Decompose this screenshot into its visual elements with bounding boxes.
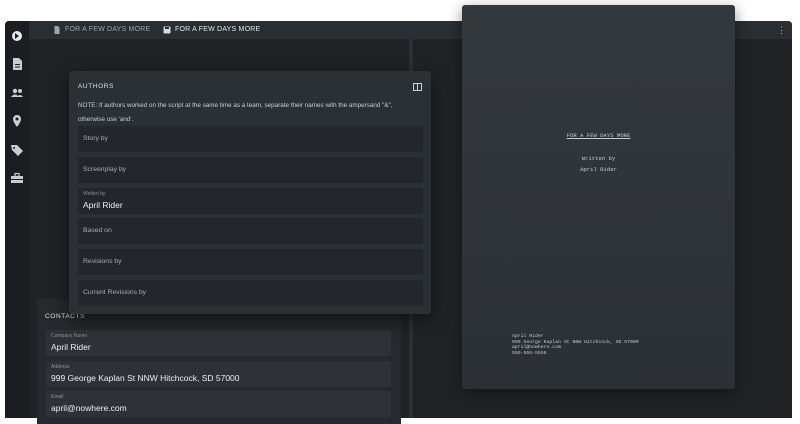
save-icon	[163, 26, 171, 34]
preview-title: FOR A FEW DAYS MORE	[566, 132, 631, 139]
email-field[interactable]: Email april@nowhere.com	[46, 391, 391, 417]
book-icon[interactable]	[413, 83, 422, 91]
field-label: Written by	[83, 191, 106, 197]
field-label: Based on	[83, 227, 112, 234]
field-label: Story by	[83, 135, 108, 142]
document-icon[interactable]	[10, 57, 24, 71]
tab-label: FOR A FEW DAYS MORE	[175, 26, 261, 33]
side-rail	[5, 21, 29, 418]
address-field[interactable]: Address 999 George Kaplan St NNW Hitchco…	[46, 361, 391, 387]
written-by-field[interactable]: Written by April Rider	[78, 188, 423, 214]
tab-active-document[interactable]: FOR A FEW DAYS MORE	[157, 21, 285, 40]
field-value: april@nowhere.com	[51, 403, 127, 413]
title-page-preview: FOR A FEW DAYS MORE Written by April Rid…	[462, 5, 735, 389]
contacts-panel: CONTACTS Company Name April Rider Addres…	[37, 299, 401, 424]
document-icon	[54, 26, 60, 34]
revisions-by-field[interactable]: Revisions by	[78, 249, 423, 275]
location-pin-icon[interactable]	[10, 114, 24, 128]
current-revisions-by-field[interactable]: Current Revisions by	[78, 280, 423, 306]
contacts-title: CONTACTS	[45, 313, 86, 320]
tag-icon[interactable]	[10, 143, 24, 157]
screenplay-by-field[interactable]: Screenplay by	[78, 157, 423, 183]
toolbox-icon[interactable]	[10, 171, 24, 185]
field-label: Email	[51, 394, 64, 400]
company-name-field[interactable]: Company Name April Rider	[46, 330, 391, 356]
preview-contact-block: April Rider 999 George Kaplan St NNW Hit…	[512, 334, 639, 356]
based-on-field[interactable]: Based on	[78, 218, 423, 244]
field-value: April Rider	[83, 200, 123, 210]
field-label: Current Revisions by	[83, 289, 147, 296]
more-options-icon[interactable]: ⋮	[777, 25, 786, 36]
tab-label: FOR A FEW DAYS MORE	[65, 26, 151, 33]
authors-title: AUTHORS	[78, 83, 114, 90]
story-by-field[interactable]: Story by	[78, 126, 423, 152]
preview-author: April Rider	[580, 166, 617, 173]
field-label: Address	[51, 364, 70, 370]
field-value: April Rider	[51, 342, 91, 352]
people-icon[interactable]	[10, 86, 24, 100]
field-value: 999 George Kaplan St NNW Hitchcock, SD 5…	[51, 373, 240, 383]
field-label: Revisions by	[83, 258, 122, 265]
authors-panel: AUTHORS NOTE: If authors worked on the s…	[69, 71, 431, 314]
preview-written-by: Written by	[581, 155, 616, 162]
app-logo-icon[interactable]	[10, 29, 24, 43]
authors-note: NOTE: If authors worked on the script at…	[78, 102, 393, 123]
field-label: Company Name	[51, 333, 88, 339]
field-label: Screenplay by	[83, 166, 127, 173]
preview-contact-line: 555-555-5555	[512, 350, 547, 356]
